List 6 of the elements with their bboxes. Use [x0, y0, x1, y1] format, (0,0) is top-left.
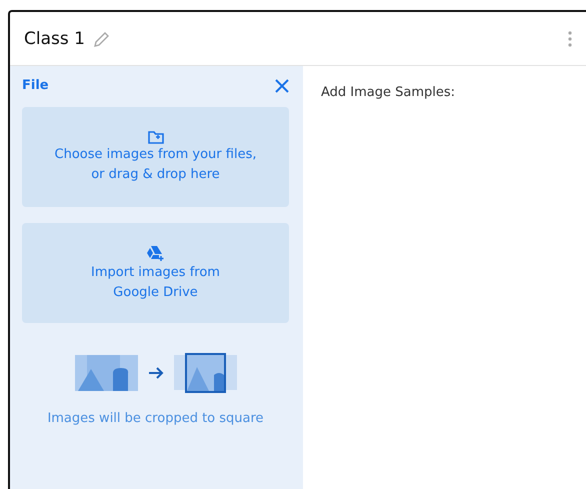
crop-note: Images will be cropped to square — [46, 411, 265, 426]
choose-files-button[interactable]: Choose images from your files, or drag & drop here — [22, 107, 289, 207]
class-title: Class 1 — [24, 28, 85, 48]
import-drive-button[interactable]: Import images from Google Drive — [22, 223, 289, 323]
panel-title: File — [22, 78, 49, 93]
samples-title: Add Image Samples: — [321, 85, 456, 100]
